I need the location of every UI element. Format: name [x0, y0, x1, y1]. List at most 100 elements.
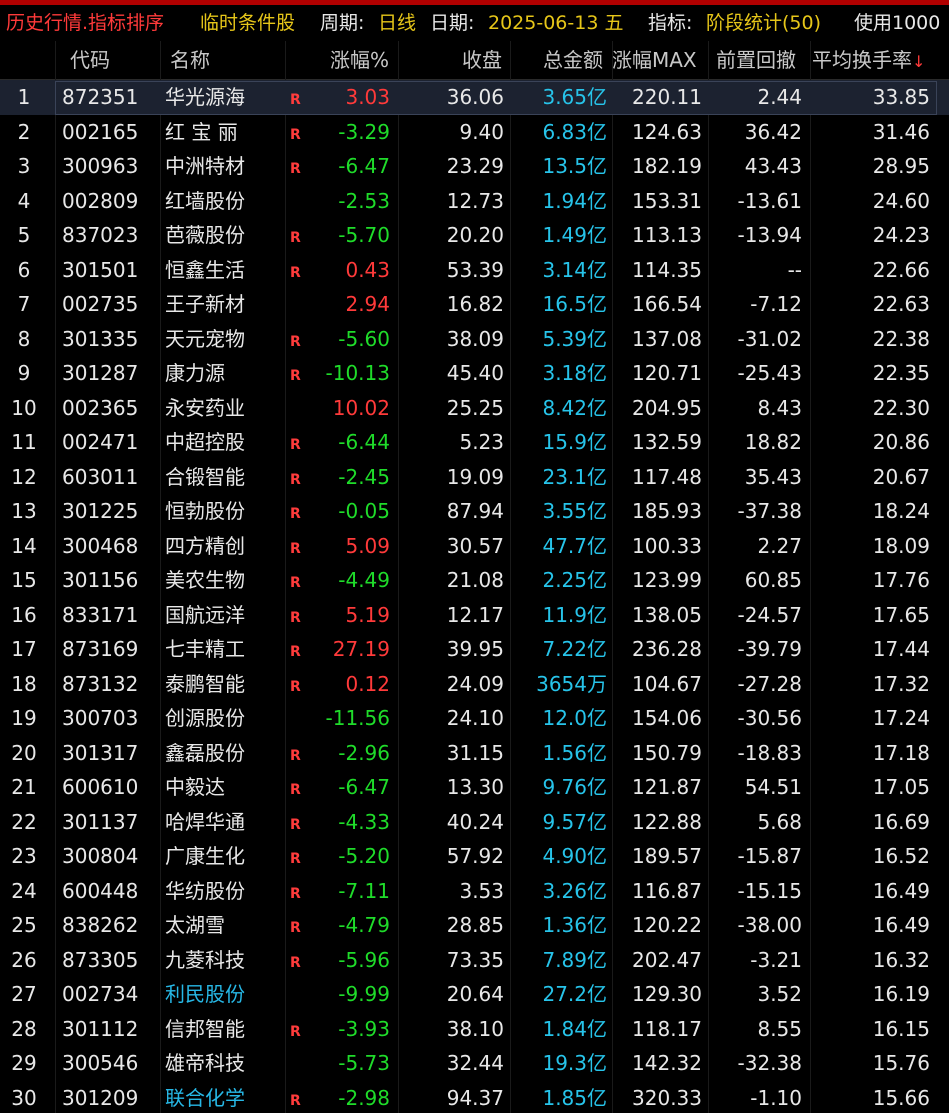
table-row[interactable]: 8 301335 天元宠物 R -5.60 38.09 5.39亿 137.08 -31.02 2… [0, 322, 949, 357]
close-price: 36.06 [446, 85, 504, 109]
change-pct: -9.99 [338, 982, 390, 1006]
table-row[interactable]: 30 301209 联合化学 R -2.98 94.37 1.85亿 320.33 -1.10 1… [0, 1081, 949, 1113]
table-row[interactable]: 17 873169 七丰精工 R 27.19 39.95 7.22亿 236.28 -39.79… [0, 632, 949, 667]
col-header-drawdown[interactable]: 前置回撤 [716, 41, 796, 79]
max-change: 182.19 [632, 154, 702, 178]
table-row[interactable]: 29 300546 雄帝科技 -5.73 32.44 19.3亿 142.32 -32.38 1… [0, 1046, 949, 1081]
avg-turnover: 17.24 [872, 706, 930, 730]
row-index: 12 [11, 464, 37, 489]
col-header-close[interactable]: 收盘 [462, 41, 502, 79]
indicator-value[interactable]: 阶段统计(50) [706, 5, 821, 41]
stock-code: 838262 [62, 913, 139, 937]
period-value[interactable]: 日线 [378, 5, 416, 41]
max-change: 137.08 [632, 326, 702, 351]
row-index: 26 [11, 947, 37, 972]
total-amount: 1.85亿 [542, 1085, 607, 1110]
table-row[interactable]: 20 301317 鑫磊股份 R -2.96 31.15 1.56亿 150.79 -18.83… [0, 736, 949, 771]
col-header-turnover[interactable]: 平均换手率↓ [812, 41, 925, 79]
change-pct: -4.49 [338, 568, 390, 592]
pre-drawdown: 35.43 [744, 464, 802, 489]
max-change: 120.71 [632, 361, 702, 385]
change-pct: -4.33 [338, 809, 390, 834]
stock-name: 雄帝科技 [165, 1051, 245, 1075]
close-price: 3.53 [459, 878, 504, 903]
stock-name: 红 宝 丽 [165, 119, 238, 144]
table-row[interactable]: 22 301137 哈焊华通 R -4.33 40.24 9.57亿 122.88 5.68 16… [0, 805, 949, 840]
row-index: 19 [11, 706, 37, 730]
table-row[interactable]: 15 301156 美农生物 R -4.49 21.08 2.25亿 123.99 60.85 1… [0, 563, 949, 598]
table-row[interactable]: 21 600610 中毅达 R -6.47 13.30 9.76亿 121.87 54.51 17… [0, 770, 949, 805]
table-row[interactable]: 10 002365 永安药业 10.02 25.25 8.42亿 204.95 8.43 22.… [0, 391, 949, 426]
stock-name: 华纺股份 [165, 878, 245, 903]
table-row[interactable]: 9 301287 康力源 R -10.13 45.40 3.18亿 120.71 -25.43 2… [0, 356, 949, 391]
change-pct: -2.53 [338, 188, 390, 213]
max-change: 113.13 [632, 223, 702, 247]
table-row[interactable]: 1 872351 华光源海 R 3.03 36.06 3.65亿 220.11 2.44 33.8… [0, 80, 949, 115]
change-pct: -5.60 [338, 326, 390, 351]
avg-turnover: 17.18 [872, 740, 930, 765]
total-amount: 16.5亿 [542, 292, 607, 316]
max-change: 132.59 [632, 430, 702, 454]
close-price: 28.85 [446, 913, 504, 937]
table-row[interactable]: 7 002735 王子新材 2.94 16.82 16.5亿 166.54 -7.12 22.6… [0, 287, 949, 322]
table-row[interactable]: 11 002471 中超控股 R -6.44 5.23 15.9亿 132.59 18.82 20… [0, 425, 949, 460]
pre-drawdown: -27.28 [737, 671, 802, 696]
col-header-change[interactable]: 涨幅% [330, 41, 389, 79]
row-index: 30 [11, 1085, 37, 1110]
table-row[interactable]: 16 833171 国航远洋 R 5.19 12.17 11.9亿 138.05 -24.57 1… [0, 598, 949, 633]
table-row[interactable]: 13 301225 恒勃股份 R -0.05 87.94 3.55亿 185.93 -37.38… [0, 494, 949, 529]
table-row[interactable]: 19 300703 创源股份 -11.56 24.10 12.0亿 154.06 -30.56… [0, 701, 949, 736]
change-pct: -5.73 [338, 1051, 390, 1075]
pre-drawdown: -- [787, 257, 802, 282]
pre-drawdown: -25.43 [737, 361, 802, 385]
pre-drawdown: 3.52 [757, 982, 802, 1006]
table-row[interactable]: 28 301112 信邦智能 R -3.93 38.10 1.84亿 118.17 8.55 16… [0, 1012, 949, 1047]
table-row[interactable]: 24 600448 华纺股份 R -7.11 3.53 3.26亿 116.87 -15.15 1… [0, 874, 949, 909]
window-title[interactable]: 历史行情.指标排序 [6, 5, 164, 41]
total-amount: 15.9亿 [542, 430, 607, 454]
total-amount: 1.94亿 [542, 188, 607, 213]
table-row[interactable]: 3 300963 中洲特材 R -6.47 23.29 13.5亿 182.19 43.43 28… [0, 149, 949, 184]
table-row[interactable]: 23 300804 广康生化 R -5.20 57.92 4.90亿 189.57 -15.87… [0, 839, 949, 874]
date-value[interactable]: 2025-06-13 五 [488, 5, 623, 41]
avg-turnover: 31.46 [872, 119, 930, 144]
total-amount: 3.18亿 [542, 361, 607, 385]
stock-code: 301209 [62, 1085, 139, 1110]
table-row[interactable]: 25 838262 太湖雪 R -4.79 28.85 1.36亿 120.22 -38.00 1… [0, 908, 949, 943]
close-price: 12.17 [446, 602, 504, 627]
stock-code: 600448 [62, 878, 139, 903]
change-pct: -2.45 [338, 464, 390, 489]
table-row[interactable]: 4 002809 红墙股份 -2.53 12.73 1.94亿 153.31 -13.61 24… [0, 184, 949, 219]
table-row[interactable]: 2 002165 红 宝 丽 R -3.29 9.40 6.83亿 124.63 36.42 31… [0, 115, 949, 150]
table-row[interactable]: 27 002734 利民股份 -9.99 20.64 27.2亿 129.30 3.52 16.… [0, 977, 949, 1012]
avg-turnover: 16.49 [872, 878, 930, 903]
table-row[interactable]: 5 837023 芭薇股份 R -5.70 20.20 1.49亿 113.13 -13.94 2… [0, 218, 949, 253]
col-header-code[interactable]: 代码 [70, 41, 110, 79]
table-row[interactable]: 6 301501 恒鑫生活 R 0.43 53.39 3.14亿 114.35 -- 22.66 [0, 253, 949, 288]
table-row[interactable]: 18 873132 泰鹏智能 R 0.12 24.09 3654万 104.67 -27.28 1… [0, 667, 949, 702]
total-amount: 1.84亿 [542, 1016, 607, 1041]
close-price: 20.64 [446, 982, 504, 1006]
col-header-max-change[interactable]: 涨幅MAX [612, 41, 697, 79]
row-index: 9 [17, 361, 31, 385]
avg-turnover: 17.05 [872, 775, 930, 799]
pre-drawdown: -24.57 [737, 602, 802, 627]
total-amount: 3654万 [536, 671, 607, 696]
avg-turnover: 24.23 [872, 223, 930, 247]
avg-turnover: 15.66 [872, 1085, 930, 1110]
stock-name: 合锻智能 [165, 464, 245, 489]
indicator-label: 指标: [648, 12, 693, 34]
pre-drawdown: -15.87 [737, 844, 802, 868]
condition-label[interactable]: 临时条件股 [200, 5, 295, 41]
total-amount: 19.3亿 [542, 1051, 607, 1075]
table-row[interactable]: 26 873305 九菱科技 R -5.96 73.35 7.89亿 202.47 -3.21 1… [0, 943, 949, 978]
table-row[interactable]: 14 300468 四方精创 R 5.09 30.57 47.7亿 100.33 2.27 18.… [0, 529, 949, 564]
col-header-amount[interactable]: 总金额 [543, 41, 603, 79]
close-price: 94.37 [446, 1085, 504, 1110]
total-amount: 8.42亿 [542, 395, 607, 420]
avg-turnover: 16.19 [872, 982, 930, 1006]
col-header-name[interactable]: 名称 [170, 41, 210, 79]
stock-code: 300963 [62, 154, 139, 178]
table-row[interactable]: 12 603011 合锻智能 R -2.45 19.09 23.1亿 117.48 35.43 2… [0, 460, 949, 495]
close-price: 13.30 [446, 775, 504, 799]
